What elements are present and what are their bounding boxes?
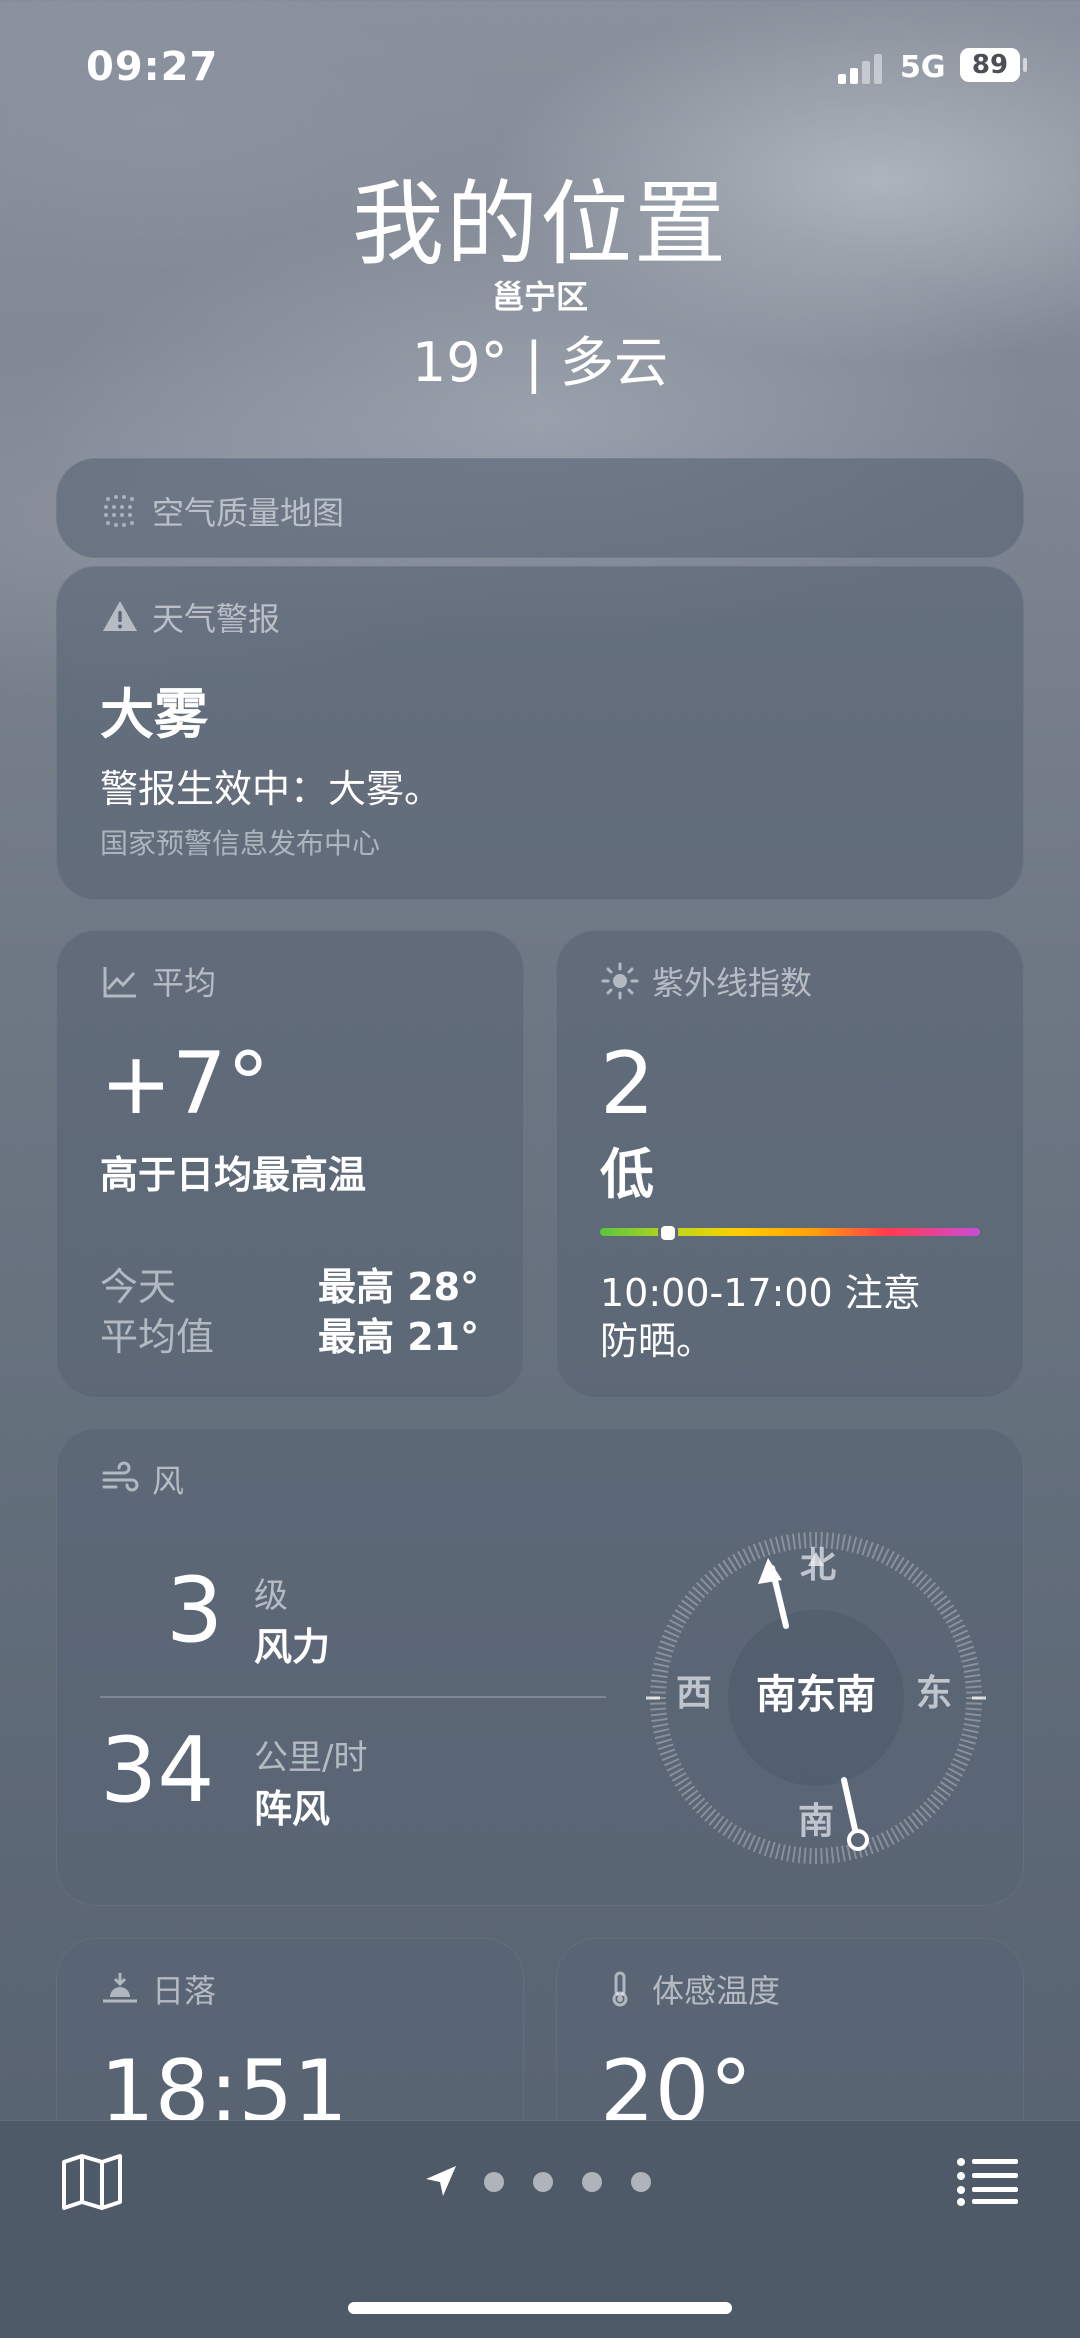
status-time: 09:27 — [86, 44, 219, 90]
network-type: 5G — [900, 50, 946, 85]
wind-divider — [100, 1696, 606, 1698]
average-value-label: 平均值 — [100, 1315, 215, 1359]
battery-icon: 89 — [960, 48, 1020, 82]
wind-icon — [102, 1461, 139, 1492]
wind-force-unit: 级 — [254, 1576, 288, 1616]
uv-label: 紫外线指数 — [600, 958, 812, 1004]
page-dot-3[interactable] — [582, 2172, 602, 2192]
dots-grid-icon — [104, 495, 134, 527]
uv-advice-line2: 防晒。 — [600, 1319, 715, 1363]
alert-text: 警报生效中：大雾。 — [100, 767, 443, 811]
page-dot-4[interactable] — [631, 2172, 651, 2192]
average-value: +7° — [100, 1034, 270, 1134]
sunset-icon — [103, 1973, 137, 2003]
location-arrow-icon[interactable] — [424, 2164, 458, 2198]
average-label: 平均 — [100, 958, 216, 1004]
compass-needle-tail — [841, 1777, 859, 1837]
average-label-text: 平均 — [152, 964, 217, 1002]
wind-label: 风 — [100, 1456, 184, 1502]
alert-label: 天气警报 — [100, 594, 280, 640]
compass-arrow-icon — [758, 1558, 782, 1584]
home-indicator[interactable] — [348, 2302, 732, 2314]
uv-level: 低 — [600, 1143, 654, 1206]
air-quality-map-label: 空气质量地图 — [100, 488, 344, 534]
page-dot-1[interactable] — [484, 2172, 504, 2192]
average-card[interactable]: 平均 +7° 高于日均最高温 今天 最高 28° 平均值 最高 21° — [56, 930, 524, 1398]
alert-title: 大雾 — [100, 683, 208, 746]
wind-direction: 南东南 — [756, 1672, 876, 1718]
wind-label-text: 风 — [152, 1462, 185, 1500]
uv-gradient-bar — [600, 1228, 980, 1236]
uv-index-card[interactable]: 紫外线指数 2 低 10:00-17:00 注意 防晒。 — [556, 930, 1024, 1398]
wind-force-label: 风力 — [254, 1625, 331, 1669]
sunset-label-text: 日落 — [152, 1972, 217, 2010]
compass-north: 北 — [800, 1545, 837, 1586]
trend-chart-icon — [103, 967, 136, 998]
average-high-value: 最高 21° — [318, 1315, 480, 1359]
sun-icon — [601, 962, 639, 1000]
wind-card[interactable]: 风 3 级 风力 34 公里/时 阵风 北 南 东 西 南东南 — [56, 1428, 1024, 1906]
thermometer-icon — [612, 1971, 628, 2007]
warning-icon — [103, 601, 137, 631]
district-name: 邕宁区 — [491, 278, 588, 316]
compass-south: 南 — [798, 1801, 835, 1842]
battery-tip — [1023, 58, 1027, 72]
wind-gust-label: 阵风 — [254, 1787, 331, 1831]
sunset-label: 日落 — [100, 1966, 216, 2012]
wind-force-value: 3 — [166, 1558, 224, 1663]
uv-value: 2 — [600, 1034, 655, 1134]
uv-advice-line1: 10:00-17:00 注意 — [600, 1271, 921, 1315]
uv-label-text: 紫外线指数 — [652, 964, 813, 1002]
wind-gust-unit: 公里/时 — [254, 1738, 368, 1778]
compass-east: 东 — [916, 1673, 953, 1714]
alert-label-text: 天气警报 — [152, 600, 281, 638]
location-title: 我的位置 — [351, 171, 728, 278]
page-dot-2[interactable] — [533, 2172, 553, 2192]
signal-icon — [838, 54, 882, 84]
average-description: 高于日均最高温 — [100, 1153, 367, 1197]
alert-source: 国家预警信息发布中心 — [100, 827, 381, 860]
feels-like-label: 体感温度 — [600, 1966, 780, 2012]
compass-west: 西 — [676, 1673, 713, 1714]
current-temp-condition: 19° | 多云 — [411, 331, 669, 394]
feels-like-label-text: 体感温度 — [652, 1972, 781, 2010]
air-quality-map-text: 空气质量地图 — [152, 494, 345, 532]
today-high-value: 最高 28° — [318, 1265, 480, 1309]
list-icon[interactable] — [956, 2156, 1020, 2206]
map-icon[interactable] — [60, 2150, 124, 2214]
air-quality-map-card[interactable]: 空气质量地图 — [56, 458, 1024, 558]
uv-level-indicator — [658, 1223, 679, 1243]
today-label: 今天 — [100, 1265, 177, 1309]
weather-alert-card[interactable]: 天气警报 大雾 警报生效中：大雾。 国家预警信息发布中心 — [56, 566, 1024, 900]
battery-level: 89 — [971, 50, 1009, 80]
wind-gust-value: 34 — [100, 1718, 215, 1823]
